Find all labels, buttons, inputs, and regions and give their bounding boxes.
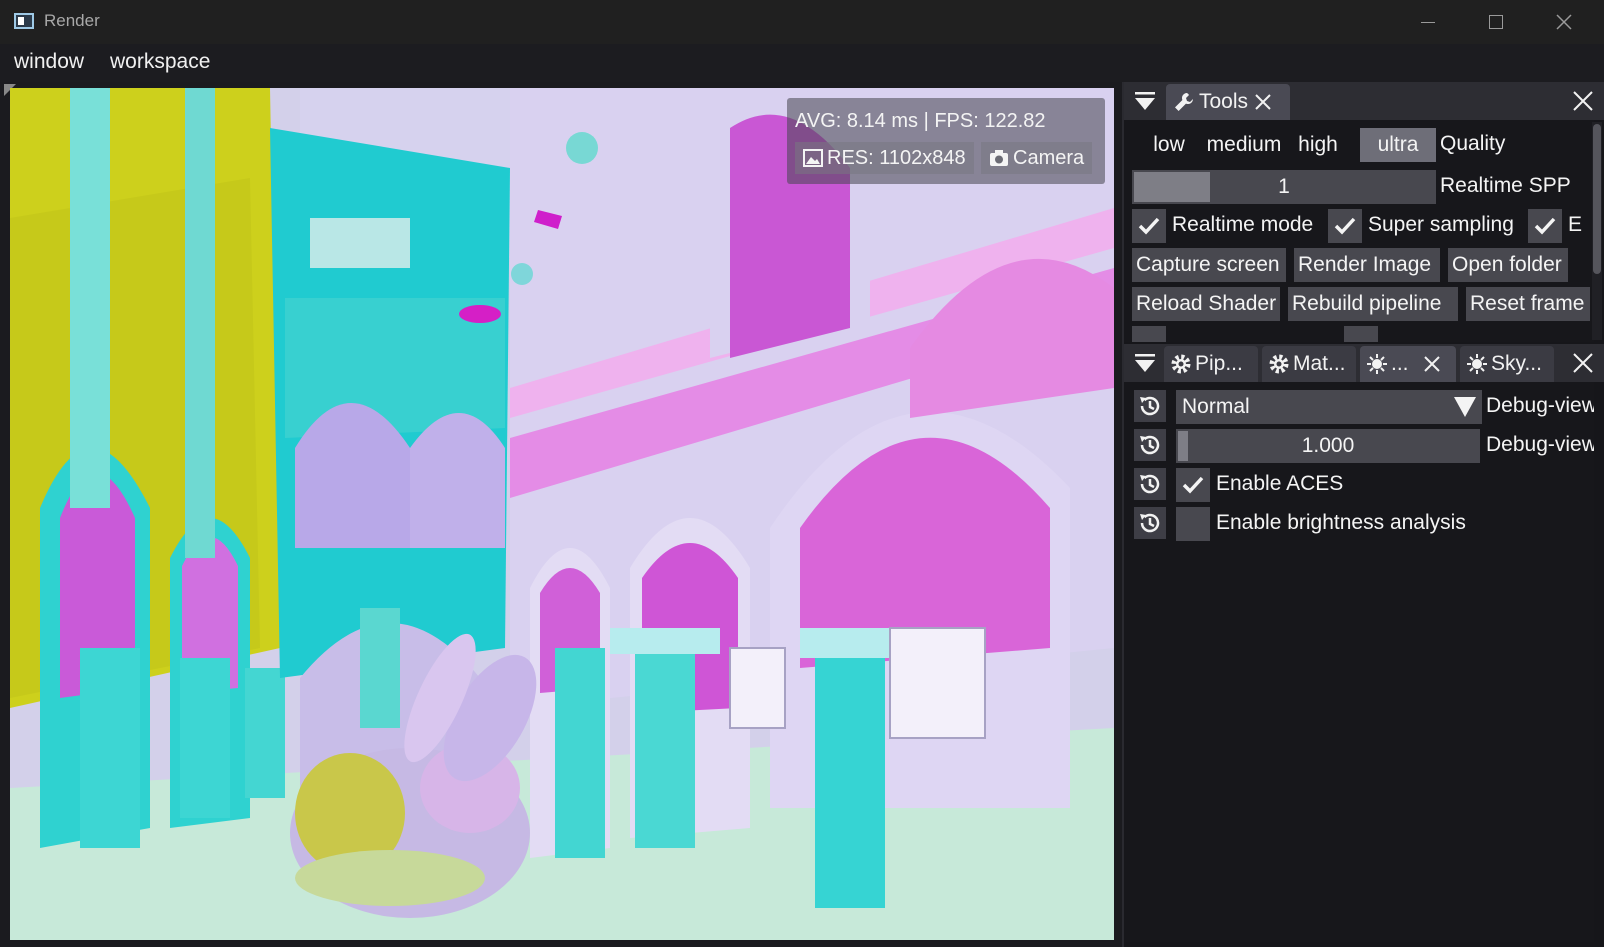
tab-pipeline-label: Pip... [1195, 352, 1243, 375]
pipeline-tabstrip: Pip... Mat... ... Sky... [1124, 344, 1604, 382]
realtime-spp-label: Realtime SPP [1440, 174, 1571, 197]
reset-debug-view-button[interactable] [1134, 390, 1166, 422]
rebuild-pipeline-button[interactable]: Rebuild pipeline [1288, 287, 1458, 321]
check-icon [1138, 217, 1160, 235]
tab-sky[interactable]: Sky... [1460, 346, 1554, 382]
resolution-button[interactable]: RES: 1102x848 [795, 142, 974, 174]
resolution-label: RES: 1102x848 [827, 147, 966, 169]
scroll-thumb[interactable] [1593, 124, 1601, 274]
tab-sky-label: Sky... [1491, 352, 1542, 375]
close-icon [1556, 14, 1572, 30]
enable-aces-label: Enable ACES [1216, 472, 1344, 495]
check-icon [1334, 217, 1356, 235]
camera-button[interactable]: Camera [981, 142, 1093, 174]
reset-brightness-button[interactable] [1134, 507, 1166, 539]
menu-bar: window workspace [0, 44, 1604, 82]
close-tab-icon[interactable] [1254, 93, 1272, 111]
hidden-row-checkbox[interactable] [1132, 326, 1166, 342]
wrench-icon [1175, 92, 1193, 111]
enable-brightness-checkbox[interactable] [1176, 507, 1210, 541]
quality-low[interactable]: low [1136, 128, 1202, 162]
super-sampling-checkbox[interactable] [1328, 209, 1362, 243]
gear-icon [1171, 354, 1191, 374]
menu-window[interactable]: window [14, 50, 84, 74]
tab-material-label: Mat... [1293, 352, 1346, 375]
debug-scale-label: Debug-view [1486, 433, 1594, 456]
open-folder-button[interactable]: Open folder [1448, 248, 1568, 282]
gear-icon [1269, 354, 1289, 374]
debug-view-label: Debug-view [1486, 394, 1594, 417]
tab-menu-icon[interactable] [1134, 90, 1156, 112]
close-tab-icon[interactable] [1423, 355, 1441, 373]
reset-frame-button[interactable]: Reset frame [1466, 287, 1590, 321]
history-icon [1140, 435, 1160, 455]
frame-stats: AVG: 8.14 ms | FPS: 122.82 [795, 110, 1046, 132]
app-icon [14, 13, 34, 29]
capture-screen-button[interactable]: Capture screen [1132, 248, 1286, 282]
history-icon [1140, 513, 1160, 533]
extra-checkbox[interactable] [1528, 209, 1562, 243]
debug-scale-slider[interactable]: 1.000 [1176, 429, 1480, 463]
enable-brightness-label: Enable brightness analysis [1216, 511, 1466, 534]
quality-high[interactable]: high [1286, 128, 1350, 162]
tools-tabstrip: Tools [1124, 82, 1604, 120]
tab-tools[interactable]: Tools [1166, 84, 1290, 120]
camera-icon [990, 150, 1008, 166]
pipeline-panel: Normal Debug-view 1.000 Debug-view Enabl… [1124, 382, 1594, 942]
dropdown-arrow-icon[interactable] [1454, 397, 1476, 417]
render-image [10, 88, 1114, 940]
tools-panel: low medium high ultra Quality 1 Realtime… [1124, 120, 1594, 342]
reset-debug-scale-button[interactable] [1134, 429, 1166, 461]
minimize-icon [1421, 21, 1435, 23]
debug-view-select[interactable]: Normal [1176, 390, 1482, 424]
extra-checkbox-label: E [1568, 213, 1583, 236]
history-icon [1140, 396, 1160, 416]
check-icon [1534, 217, 1556, 235]
render-viewport[interactable] [10, 88, 1114, 940]
enable-aces-checkbox[interactable] [1176, 468, 1210, 502]
sun-icon [1467, 354, 1487, 374]
debug-view-value: Normal [1182, 395, 1250, 418]
spp-value: 1 [1278, 175, 1290, 198]
realtime-spp-slider[interactable]: 1 [1132, 170, 1436, 204]
maximize-icon [1489, 15, 1503, 29]
menu-workspace[interactable]: workspace [110, 50, 210, 74]
reset-aces-button[interactable] [1134, 468, 1166, 500]
tab-tools-label: Tools [1199, 90, 1249, 113]
stats-overlay: AVG: 8.14 ms | FPS: 122.82 RES: 1102x848… [787, 98, 1105, 184]
title-bar: Render [0, 0, 1604, 44]
minimize-button[interactable] [1394, 0, 1462, 44]
right-dock: Tools low medium high ultra Quality 1 Re… [1122, 82, 1604, 947]
debug-scale-value: 1.000 [1301, 434, 1355, 457]
tab-material[interactable]: Mat... [1262, 346, 1356, 382]
quality-label: Quality [1440, 132, 1506, 155]
window-title: Render [44, 11, 100, 30]
tab-pipeline[interactable]: Pip... [1164, 346, 1258, 382]
quality-medium[interactable]: medium [1202, 128, 1286, 162]
super-sampling-label: Super sampling [1368, 213, 1514, 236]
close-panel-icon[interactable] [1572, 90, 1594, 112]
history-icon [1140, 474, 1160, 494]
close-window-button[interactable] [1530, 0, 1598, 44]
sun-icon [1367, 354, 1387, 374]
render-image-button[interactable]: Render Image [1294, 248, 1440, 282]
tab-light[interactable]: ... [1360, 346, 1456, 382]
tools-scrollbar[interactable] [1592, 122, 1602, 340]
tab-light-label: ... [1391, 352, 1409, 375]
hidden-row-checkbox-2[interactable] [1344, 326, 1378, 342]
camera-label: Camera [1013, 147, 1085, 169]
realtime-mode-checkbox[interactable] [1132, 209, 1166, 243]
maximize-button[interactable] [1462, 0, 1530, 44]
realtime-mode-label: Realtime mode [1172, 213, 1314, 236]
image-icon [803, 149, 823, 167]
quality-ultra[interactable]: ultra [1360, 128, 1436, 162]
close-panel-icon[interactable] [1572, 352, 1594, 374]
tab-menu-icon[interactable] [1134, 352, 1156, 374]
reload-shader-button[interactable]: Reload Shader [1132, 287, 1280, 321]
check-icon [1182, 476, 1204, 494]
